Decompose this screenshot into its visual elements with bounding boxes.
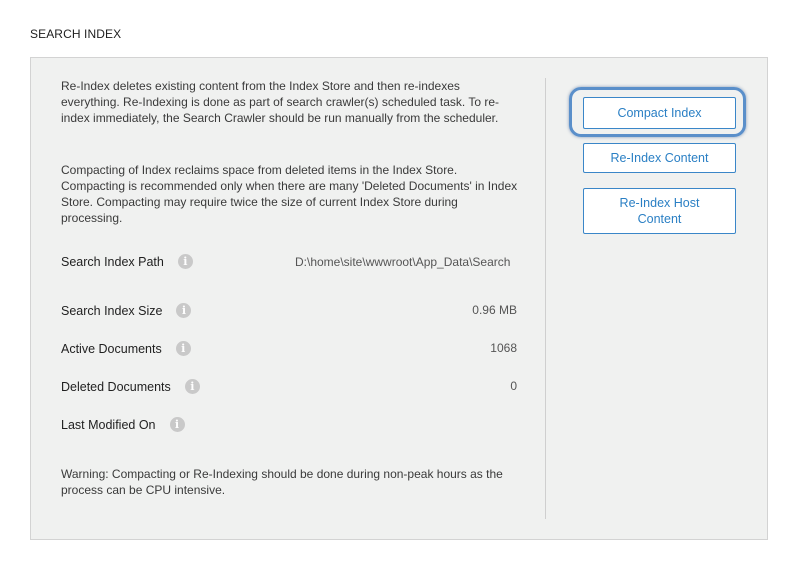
field-label: Search Index Size <box>61 303 163 318</box>
field-value: 1068 <box>490 341 517 355</box>
field-label: Active Documents <box>61 341 162 356</box>
section-title: SEARCH INDEX <box>30 27 122 41</box>
field-value: 0 <box>510 379 517 393</box>
field-label: Last Modified On <box>61 417 156 432</box>
info-icon[interactable]: i <box>175 341 191 356</box>
info-icon[interactable]: i <box>169 417 185 432</box>
field-label: Search Index Path <box>61 254 164 269</box>
info-icon[interactable]: i <box>184 379 200 394</box>
info-icon[interactable]: i <box>177 254 193 269</box>
vertical-divider <box>545 78 546 519</box>
reindex-content-button[interactable]: Re-Index Content <box>583 143 736 173</box>
compact-index-button[interactable]: Compact Index <box>583 97 736 129</box>
field-value: 0.96 MB <box>472 303 517 317</box>
info-icon[interactable]: i <box>176 303 192 318</box>
search-index-panel: Re-Index deletes existing content from t… <box>30 57 768 540</box>
reindex-host-content-button[interactable]: Re-Index Host Content <box>583 188 736 234</box>
warning-text: Warning: Compacting or Re-Indexing shoul… <box>61 467 503 497</box>
field-value: D:\home\site\wwwroot\App_Data\Search <box>295 255 511 269</box>
field-label: Deleted Documents <box>61 379 171 394</box>
compact-description: Compacting of Index reclaims space from … <box>61 163 518 225</box>
reindex-description: Re-Index deletes existing content from t… <box>61 79 499 125</box>
